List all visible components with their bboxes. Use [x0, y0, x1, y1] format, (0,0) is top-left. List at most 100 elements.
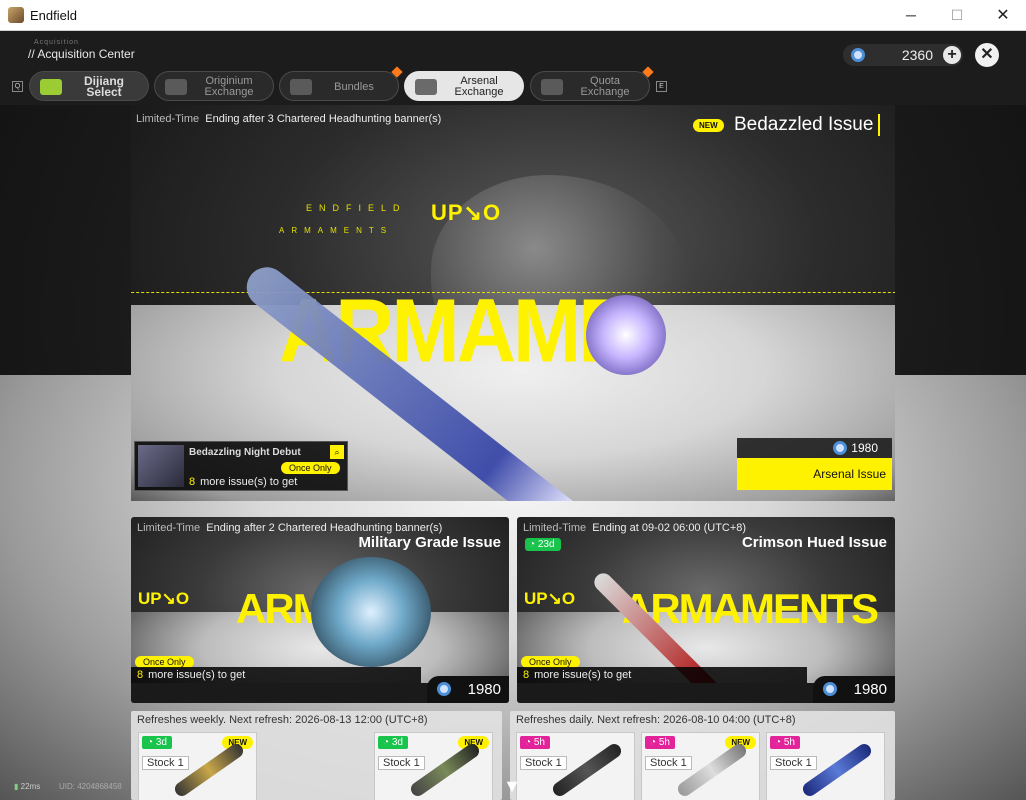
hero-deco-endfield: ENDFIELD — [306, 203, 407, 213]
signal-icon: ▮ — [14, 782, 19, 791]
window-title: Endfield — [30, 8, 77, 23]
timer-badge: ◔ 5h — [770, 736, 800, 749]
stock-label: Stock 1 — [520, 756, 567, 770]
arsenal-icon — [415, 79, 437, 95]
timer-badge: ◔ 5h — [645, 736, 675, 749]
currency-icon — [823, 682, 837, 696]
daily-shop: Refreshes daily. Next refresh: 2026-08-1… — [510, 711, 895, 800]
tab-bundles[interactable]: Bundles — [279, 66, 403, 101]
window-titlebar: Endfield ─ ☐ ✕ — [0, 0, 1026, 31]
hero-weapon-star — [586, 295, 666, 375]
limited-text: Ending after 2 Chartered Headhunting ban… — [206, 522, 443, 534]
banner-issue-name: Military Grade Issue — [358, 534, 501, 551]
search-icon[interactable]: ⌕ — [330, 445, 344, 459]
currency-amount: 2360 — [901, 47, 933, 63]
shop-item[interactable]: ◔ 5h NEW Stock 1 — [641, 732, 760, 800]
more-issues-text: 8 more issue(s) to get — [131, 667, 421, 683]
timer-badge: ◔ 23d — [525, 538, 561, 551]
maximize-button[interactable]: ☐ — [934, 0, 980, 31]
timer-badge: ◔ 3d — [378, 736, 408, 749]
tab-arsenal-exchange[interactable]: Arsenal Exchange — [404, 71, 524, 101]
item-title: Bedazzling Night Debut — [189, 447, 301, 458]
minimize-button[interactable]: ─ — [888, 0, 934, 31]
more-label: more issue(s) to get — [200, 476, 298, 488]
shop-item[interactable]: ◔ 3d NEW Stock 1 — [138, 732, 257, 800]
issue-type-button[interactable]: Arsenal Issue — [737, 458, 892, 490]
hero-deco-armaments: ARMAMENTS — [279, 226, 394, 235]
tab-dijiang-select[interactable]: Dijiang Select — [29, 71, 149, 101]
close-window-button[interactable]: ✕ — [980, 0, 1026, 31]
timer-badge: ◔ 3d — [142, 736, 172, 749]
new-badge: NEW — [693, 119, 724, 132]
weapon-thumbnail — [172, 741, 246, 799]
hero-price: 1980 — [737, 438, 892, 458]
price-value: 1980 — [853, 681, 887, 698]
timer-value: 5h — [658, 737, 670, 748]
stock-label: Stock 1 — [645, 756, 692, 770]
scroll-down-icon[interactable]: ▼ — [498, 777, 526, 795]
ping-value: 22ms — [20, 782, 41, 791]
shop-tabs: Q Dijiang Select Originium Exchange Bund… — [0, 66, 1026, 101]
tab-originium-exchange[interactable]: Originium Exchange — [154, 71, 274, 101]
banner-price: 1980 — [427, 676, 509, 703]
banner-issue-name: Crimson Hued Issue — [741, 534, 887, 551]
currency-icon — [437, 682, 451, 696]
stock-label: Stock 1 — [770, 756, 817, 770]
page-title: // Acquisition Center — [28, 47, 135, 61]
more-count: 8 — [189, 476, 196, 488]
arsenal-content: ENDFIELD ARMAMENTS UP↘O ARMAME Limited-T… — [0, 105, 1026, 800]
price-value: 1980 — [467, 681, 501, 698]
price-value: 1980 — [851, 441, 878, 455]
bundles-icon — [290, 79, 312, 95]
featured-banner[interactable]: ENDFIELD ARMAMENTS UP↘O ARMAME Limited-T… — [131, 105, 895, 501]
app-icon — [8, 7, 24, 23]
stock-label: Stock 1 — [142, 756, 189, 770]
tab-label: Bundles — [334, 80, 374, 93]
hero-limited-time: Limited-Time Ending after 3 Chartered He… — [136, 113, 441, 125]
more-issues-text: 8 more issue(s) to get — [189, 476, 297, 488]
banner-up-logo: UP↘O — [138, 589, 190, 608]
timer-value: 3d — [155, 737, 167, 748]
more-label: more issue(s) to get — [148, 669, 246, 681]
timer-badge: ◔ 5h — [520, 736, 550, 749]
add-currency-button[interactable]: + — [943, 46, 961, 64]
banner-limited-time: Limited-Time Ending at 09-02 06:00 (UTC+… — [523, 522, 746, 534]
more-issues-text: 8 more issue(s) to get — [517, 667, 807, 683]
tab-label: Originium Exchange — [204, 75, 254, 98]
quota-icon — [541, 79, 563, 95]
featured-item-card[interactable]: Bedazzling Night Debut ⌕ Once Only 8 more… — [134, 441, 348, 491]
limited-text: Ending at 09-02 06:00 (UTC+8) — [592, 522, 747, 534]
banner-price: 1980 — [813, 676, 895, 703]
limited-text: Ending after 3 Chartered Headhunting ban… — [205, 113, 442, 125]
tab-label: Quota Exchange — [580, 75, 630, 98]
shop-item[interactable]: ◔ 5h Stock 1 — [516, 732, 635, 800]
tab-label: Arsenal Exchange — [454, 75, 504, 98]
uid-label: UID: 4204868458 — [59, 782, 122, 791]
shop-item[interactable]: ◔ 5h Stock 1 — [766, 732, 885, 800]
weapon-thumbnail — [550, 741, 624, 799]
banner-weapon-art — [311, 557, 431, 667]
once-only-badge: Once Only — [281, 462, 340, 474]
timer-value: 5h — [533, 737, 545, 748]
ping-indicator: ▮ 22ms — [14, 782, 40, 791]
currency-icon — [851, 48, 865, 62]
weekly-shop: Refreshes weekly. Next refresh: 2026-08-… — [131, 711, 502, 800]
stock-label: Stock 1 — [378, 756, 425, 770]
limited-label: Limited-Time — [136, 113, 200, 125]
shop-header: Acquisition // Acquisition Center 2360 +… — [0, 31, 1026, 105]
banner-up-logo: UP↘O — [524, 589, 576, 608]
notification-dot — [642, 66, 654, 78]
banner-crimson-hued[interactable]: UP↘O ARMAMENTS Limited-Time Ending at 09… — [517, 517, 895, 703]
banner-military-grade[interactable]: UP↘O ARMAN Limited-Time Ending after 2 C… — [131, 517, 509, 703]
tab-quota-exchange[interactable]: Quota Exchange — [530, 66, 654, 101]
limited-label: Limited-Time — [523, 522, 587, 534]
weekly-refresh-text: Refreshes weekly. Next refresh: 2026-08-… — [137, 714, 428, 726]
shop-item[interactable]: ◔ 3d NEW Stock 1 — [374, 732, 493, 800]
notification-dot — [391, 66, 403, 78]
next-tab-key[interactable]: E — [656, 81, 667, 92]
weapon-thumbnail — [675, 741, 749, 799]
close-shop-button[interactable]: ✕ — [975, 43, 999, 67]
hero-issue-name: Bedazzled Issue — [734, 114, 881, 136]
prev-tab-key[interactable]: Q — [12, 81, 23, 92]
more-label: more issue(s) to get — [534, 669, 632, 681]
